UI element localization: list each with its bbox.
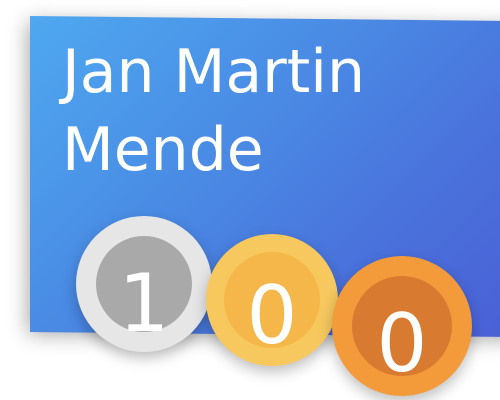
gold-coin-digit: 0 (246, 269, 298, 362)
silver-coin: 1 (76, 216, 212, 352)
gold-coin-face: 0 (224, 252, 320, 362)
name-first-line: Jan Martin (62, 37, 365, 107)
bronze-coin-digit: 0 (376, 297, 428, 390)
bronze-coin-face: 0 (352, 276, 452, 390)
bronze-coin: 0 (332, 256, 472, 396)
silver-coin-face: 1 (96, 236, 192, 350)
gold-coin: 0 (206, 234, 338, 366)
silver-coin-digit: 1 (118, 257, 170, 350)
stage: Jan Martin Mende 1 0 0 (0, 0, 500, 400)
name-second-line: Mende (62, 115, 264, 185)
